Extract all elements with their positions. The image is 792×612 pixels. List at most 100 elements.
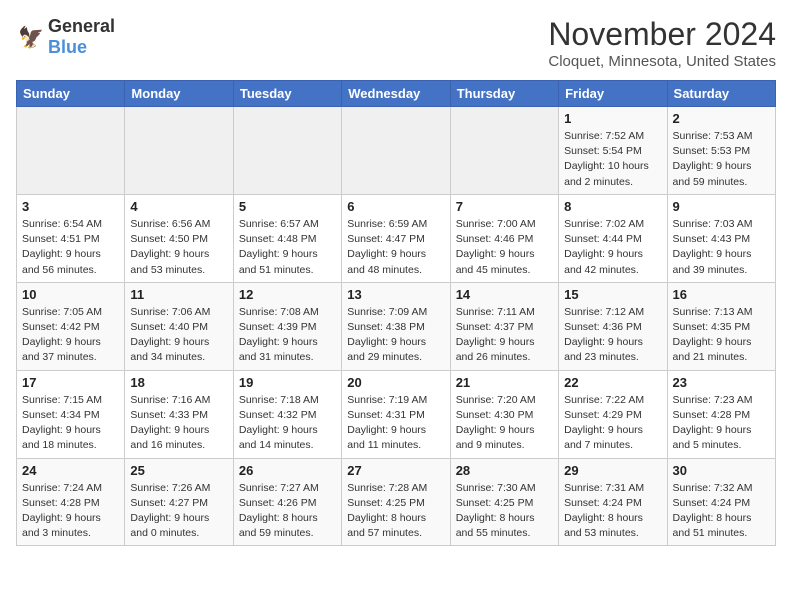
weekday-header-sunday: Sunday (17, 81, 125, 107)
day-number: 18 (130, 375, 227, 390)
day-info: Sunrise: 7:13 AMSunset: 4:35 PMDaylight:… (673, 305, 770, 366)
calendar-cell (342, 107, 450, 195)
calendar-cell: 17 Sunrise: 7:15 AMSunset: 4:34 PMDayligh… (17, 370, 125, 458)
day-info: Sunrise: 6:57 AMSunset: 4:48 PMDaylight:… (239, 217, 336, 278)
day-number: 22 (564, 375, 661, 390)
calendar-cell: 7Sunrise: 7:00 AMSunset: 4:46 PMDaylight… (450, 194, 558, 282)
calendar-cell: 21 Sunrise: 7:20 AMSunset: 4:30 PMDayligh… (450, 370, 558, 458)
calendar-cell: 18 Sunrise: 7:16 AMSunset: 4:33 PMDayligh… (125, 370, 233, 458)
day-info: Sunrise: 7:06 AMSunset: 4:40 PMDaylight:… (130, 305, 227, 366)
calendar-table: SundayMondayTuesdayWednesdayThursdayFrid… (16, 80, 776, 546)
calendar-cell: 9Sunrise: 7:03 AMSunset: 4:43 PMDaylight… (667, 194, 775, 282)
day-info: Sunrise: 7:12 AMSunset: 4:36 PMDaylight:… (564, 305, 661, 366)
calendar-header-row: SundayMondayTuesdayWednesdayThursdayFrid… (17, 81, 776, 107)
day-info: Sunrise: 7:32 AMSunset: 4:24 PMDaylight:… (673, 481, 770, 542)
day-info: Sunrise: 7:53 AMSunset: 5:53 PMDaylight:… (673, 129, 770, 190)
logo-blue-text: Blue (48, 37, 87, 57)
calendar-cell: 3 Sunrise: 6:54 AMSunset: 4:51 PMDaylight… (17, 194, 125, 282)
calendar-cell: 1Sunrise: 7:52 AMSunset: 5:54 PMDaylight… (559, 107, 667, 195)
calendar-cell: 22 Sunrise: 7:22 AMSunset: 4:29 PMDayligh… (559, 370, 667, 458)
calendar-week-row: 17 Sunrise: 7:15 AMSunset: 4:34 PMDayligh… (17, 370, 776, 458)
day-number: 20 (347, 375, 444, 390)
day-info: Sunrise: 7:11 AMSunset: 4:37 PMDaylight:… (456, 305, 553, 366)
day-number: 6 (347, 199, 444, 214)
day-number: 21 (456, 375, 553, 390)
location-title: Cloquet, Minnesota, United States (548, 53, 776, 70)
header: 🦅 General Blue November 2024 Cloquet, Mi… (16, 16, 776, 70)
calendar-cell: 11 Sunrise: 7:06 AMSunset: 4:40 PMDayligh… (125, 282, 233, 370)
calendar-cell: 13 Sunrise: 7:09 AMSunset: 4:38 PMDayligh… (342, 282, 450, 370)
day-info: Sunrise: 7:28 AMSunset: 4:25 PMDaylight:… (347, 481, 444, 542)
day-number: 11 (130, 287, 227, 302)
day-info: Sunrise: 7:24 AMSunset: 4:28 PMDaylight:… (22, 481, 119, 542)
day-number: 8 (564, 199, 661, 214)
calendar-cell: 6 Sunrise: 6:59 AMSunset: 4:47 PMDaylight… (342, 194, 450, 282)
weekday-header-friday: Friday (559, 81, 667, 107)
calendar-cell: 23 Sunrise: 7:23 AMSunset: 4:28 PMDayligh… (667, 370, 775, 458)
day-info: Sunrise: 7:23 AMSunset: 4:28 PMDaylight:… (673, 393, 770, 454)
weekday-header-monday: Monday (125, 81, 233, 107)
calendar-cell: 29 Sunrise: 7:31 AMSunset: 4:24 PMDayligh… (559, 458, 667, 546)
weekday-header-wednesday: Wednesday (342, 81, 450, 107)
calendar-week-row: 24Sunrise: 7:24 AMSunset: 4:28 PMDayligh… (17, 458, 776, 546)
calendar-cell: 27 Sunrise: 7:28 AMSunset: 4:25 PMDayligh… (342, 458, 450, 546)
calendar-cell: 19 Sunrise: 7:18 AMSunset: 4:32 PMDayligh… (233, 370, 341, 458)
day-number: 3 (22, 199, 119, 214)
day-number: 25 (130, 463, 227, 478)
day-number: 5 (239, 199, 336, 214)
day-number: 19 (239, 375, 336, 390)
calendar-cell: 20Sunrise: 7:19 AMSunset: 4:31 PMDayligh… (342, 370, 450, 458)
calendar-cell: 25 Sunrise: 7:26 AMSunset: 4:27 PMDayligh… (125, 458, 233, 546)
logo-general-text: General (48, 16, 115, 36)
day-info: Sunrise: 7:00 AMSunset: 4:46 PMDaylight:… (456, 217, 553, 278)
day-number: 13 (347, 287, 444, 302)
day-info: Sunrise: 7:15 AMSunset: 4:34 PMDaylight:… (22, 393, 119, 454)
logo-bird-icon: 🦅 (18, 22, 48, 52)
day-number: 26 (239, 463, 336, 478)
calendar-cell: 2Sunrise: 7:53 AMSunset: 5:53 PMDaylight… (667, 107, 775, 195)
calendar-cell: 28 Sunrise: 7:30 AMSunset: 4:25 PMDayligh… (450, 458, 558, 546)
calendar-cell: 15 Sunrise: 7:12 AMSunset: 4:36 PMDayligh… (559, 282, 667, 370)
day-number: 17 (22, 375, 119, 390)
month-title: November 2024 (548, 16, 776, 53)
day-number: 29 (564, 463, 661, 478)
calendar-cell: 24Sunrise: 7:24 AMSunset: 4:28 PMDayligh… (17, 458, 125, 546)
day-number: 10 (22, 287, 119, 302)
calendar-cell: 14Sunrise: 7:11 AMSunset: 4:37 PMDayligh… (450, 282, 558, 370)
day-number: 16 (673, 287, 770, 302)
calendar-week-row: 1Sunrise: 7:52 AMSunset: 5:54 PMDaylight… (17, 107, 776, 195)
day-info: Sunrise: 6:59 AMSunset: 4:47 PMDaylight:… (347, 217, 444, 278)
calendar-cell: 30 Sunrise: 7:32 AMSunset: 4:24 PMDayligh… (667, 458, 775, 546)
day-number: 15 (564, 287, 661, 302)
day-number: 4 (130, 199, 227, 214)
day-info: Sunrise: 7:09 AMSunset: 4:38 PMDaylight:… (347, 305, 444, 366)
weekday-header-thursday: Thursday (450, 81, 558, 107)
calendar-week-row: 3 Sunrise: 6:54 AMSunset: 4:51 PMDaylight… (17, 194, 776, 282)
day-info: Sunrise: 7:31 AMSunset: 4:24 PMDaylight:… (564, 481, 661, 542)
day-number: 30 (673, 463, 770, 478)
weekday-header-saturday: Saturday (667, 81, 775, 107)
day-info: Sunrise: 7:08 AMSunset: 4:39 PMDaylight:… (239, 305, 336, 366)
calendar-cell: 26Sunrise: 7:27 AMSunset: 4:26 PMDayligh… (233, 458, 341, 546)
day-number: 27 (347, 463, 444, 478)
calendar-cell: 5 Sunrise: 6:57 AMSunset: 4:48 PMDaylight… (233, 194, 341, 282)
day-number: 23 (673, 375, 770, 390)
title-area: November 2024 Cloquet, Minnesota, United… (548, 16, 776, 70)
day-number: 1 (564, 111, 661, 126)
day-info: Sunrise: 7:30 AMSunset: 4:25 PMDaylight:… (456, 481, 553, 542)
calendar-cell: 10 Sunrise: 7:05 AMSunset: 4:42 PMDayligh… (17, 282, 125, 370)
day-info: Sunrise: 7:26 AMSunset: 4:27 PMDaylight:… (130, 481, 227, 542)
day-info: Sunrise: 7:05 AMSunset: 4:42 PMDaylight:… (22, 305, 119, 366)
day-info: Sunrise: 6:56 AMSunset: 4:50 PMDaylight:… (130, 217, 227, 278)
day-number: 28 (456, 463, 553, 478)
day-number: 12 (239, 287, 336, 302)
weekday-header-tuesday: Tuesday (233, 81, 341, 107)
svg-text:🦅: 🦅 (18, 25, 44, 50)
day-info: Sunrise: 7:02 AMSunset: 4:44 PMDaylight:… (564, 217, 661, 278)
day-info: Sunrise: 7:22 AMSunset: 4:29 PMDaylight:… (564, 393, 661, 454)
calendar-cell (233, 107, 341, 195)
day-info: Sunrise: 7:20 AMSunset: 4:30 PMDaylight:… (456, 393, 553, 454)
day-info: Sunrise: 7:16 AMSunset: 4:33 PMDaylight:… (130, 393, 227, 454)
day-info: Sunrise: 7:18 AMSunset: 4:32 PMDaylight:… (239, 393, 336, 454)
day-info: Sunrise: 6:54 AMSunset: 4:51 PMDaylight:… (22, 217, 119, 278)
